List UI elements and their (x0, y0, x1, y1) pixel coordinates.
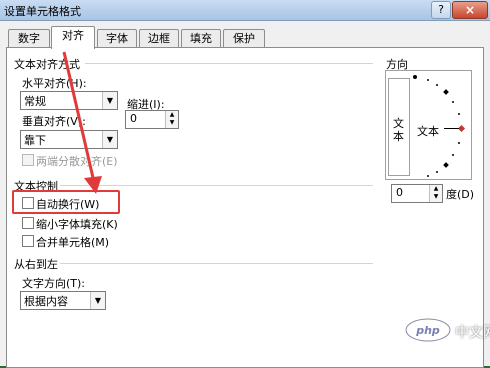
tab-alignment[interactable]: 对齐 (51, 26, 95, 49)
arrow-head (84, 176, 102, 194)
annotation-arrow (62, 51, 102, 194)
php-logo-icon: php (405, 318, 451, 342)
svg-text:php: php (415, 324, 440, 337)
arrow-shaft (62, 51, 96, 183)
watermark-text: 中文网 (455, 325, 490, 341)
format-cells-dialog: 设置单元格格式 ? × 数字 对齐 字体 边框 填充 保护 文本对齐方式 水平对… (0, 0, 490, 368)
